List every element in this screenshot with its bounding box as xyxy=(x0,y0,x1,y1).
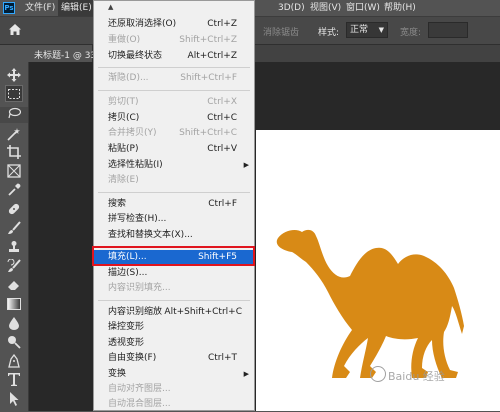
move-tool-icon[interactable] xyxy=(5,66,23,83)
menu-item-free-transform[interactable]: 自由变换(F) Ctrl+T xyxy=(94,351,254,366)
menu-file[interactable]: 文件(F) xyxy=(25,0,55,16)
menu-item-cut[interactable]: 剪切(T) Ctrl+X xyxy=(94,95,254,110)
menu-item-paste[interactable]: 粘贴(P) Ctrl+V xyxy=(94,142,254,157)
menu-3d[interactable]: 3D(D) xyxy=(278,0,305,16)
lasso-tool-icon[interactable] xyxy=(5,104,23,121)
menu-item-puppet-warp[interactable]: 操控变形 xyxy=(94,320,254,335)
clone-stamp-icon[interactable] xyxy=(5,238,23,255)
menu-item-content-aware-scale[interactable]: 内容识别缩放 Alt+Shift+Ctrl+C xyxy=(94,305,254,320)
photoshop-logo: Ps xyxy=(3,2,15,14)
menu-item-search[interactable]: 搜索 Ctrl+F xyxy=(94,197,254,212)
width-field[interactable] xyxy=(428,22,468,38)
camel-shape xyxy=(276,229,464,378)
dodge-icon[interactable] xyxy=(5,333,23,350)
menu-edit[interactable]: 编辑(E) xyxy=(58,0,95,16)
menu-item-auto-blend-layers[interactable]: 自动混合图层... xyxy=(94,397,254,412)
menu-item-undo[interactable]: 还原取消选择(O) Ctrl+Z xyxy=(94,17,254,32)
submenu-arrow-icon: ▶ xyxy=(243,161,249,169)
menu-item-transform[interactable]: 变换 ▶ xyxy=(94,367,254,382)
frame-tool-icon[interactable] xyxy=(5,162,23,179)
menu-item-fade[interactable]: 渐隐(D)... Shift+Ctrl+F xyxy=(94,71,254,86)
tools-panel xyxy=(0,62,29,411)
menu-item-copy-merged[interactable]: 合并拷贝(Y) Shift+Ctrl+C xyxy=(94,126,254,141)
menu-item-toggle-last-state[interactable]: 切换最终状态 Alt+Ctrl+Z xyxy=(94,49,254,64)
menu-item-auto-align-layers[interactable]: 自动对齐图层... xyxy=(94,382,254,397)
crop-tool-icon[interactable] xyxy=(5,143,23,160)
eraser-icon[interactable] xyxy=(5,276,23,293)
baidu-logo-icon xyxy=(370,366,386,382)
menu-item-copy[interactable]: 拷贝(C) Ctrl+C xyxy=(94,111,254,126)
menu-item-redo[interactable]: 重做(O) Shift+Ctrl+Z xyxy=(94,33,254,48)
anti-alias-option[interactable]: 消除锯齿 xyxy=(263,25,299,38)
watermark: Baidu 经验 xyxy=(388,370,445,383)
magic-wand-icon[interactable] xyxy=(5,125,23,142)
menu-item-clear[interactable]: 清除(E) xyxy=(94,173,254,188)
style-select[interactable]: 正常 ▼ xyxy=(346,22,388,38)
document-tab-title: 未标题-1 @ 33 xyxy=(34,51,97,61)
history-brush-icon[interactable] xyxy=(5,257,23,274)
menu-item-perspective-warp[interactable]: 透视变形 xyxy=(94,336,254,351)
pen-tool-icon[interactable] xyxy=(5,352,23,369)
menu-separator xyxy=(98,300,250,301)
scroll-up-icon[interactable]: ▲ xyxy=(108,3,113,11)
gradient-icon[interactable] xyxy=(5,295,23,312)
marquee-tool-icon[interactable] xyxy=(5,85,23,102)
fill-annotation-box xyxy=(92,246,255,266)
submenu-arrow-icon: ▶ xyxy=(243,370,249,378)
eyedropper-icon[interactable] xyxy=(5,181,23,198)
menu-separator xyxy=(98,90,250,91)
menu-item-content-aware-fill[interactable]: 内容识别填充... xyxy=(94,281,254,296)
style-label: 样式: xyxy=(318,28,340,38)
menu-help[interactable]: 帮助(H) xyxy=(384,0,416,16)
brush-tool-icon[interactable] xyxy=(5,219,23,236)
menu-item-spell-check[interactable]: 拼写检查(H)... xyxy=(94,212,254,227)
healing-brush-icon[interactable] xyxy=(5,200,23,217)
edit-menu-dropdown: ▲ 还原取消选择(O) Ctrl+Z 重做(O) Shift+Ctrl+Z 切换最终… xyxy=(93,0,255,411)
menu-view[interactable]: 视图(V) xyxy=(310,0,341,16)
menu-item-paste-special[interactable]: 选择性粘贴(I) ▶ xyxy=(94,158,254,173)
style-select-value: 正常 xyxy=(350,25,369,35)
menu-separator xyxy=(98,192,250,193)
menu-item-stroke[interactable]: 描边(S)... xyxy=(94,266,254,281)
type-tool-icon[interactable] xyxy=(5,371,23,388)
menu-window[interactable]: 窗口(W) xyxy=(346,0,380,16)
width-label: 宽度: xyxy=(400,28,422,38)
document-tab[interactable]: 未标题-1 @ 33 xyxy=(28,45,97,62)
home-icon[interactable] xyxy=(8,23,22,36)
menu-separator xyxy=(98,67,250,68)
menu-item-find-replace[interactable]: 查找和替换文本(X)... xyxy=(94,228,254,243)
blur-icon[interactable] xyxy=(5,314,23,331)
chevron-down-icon: ▼ xyxy=(378,26,384,34)
path-select-icon[interactable] xyxy=(5,390,23,407)
